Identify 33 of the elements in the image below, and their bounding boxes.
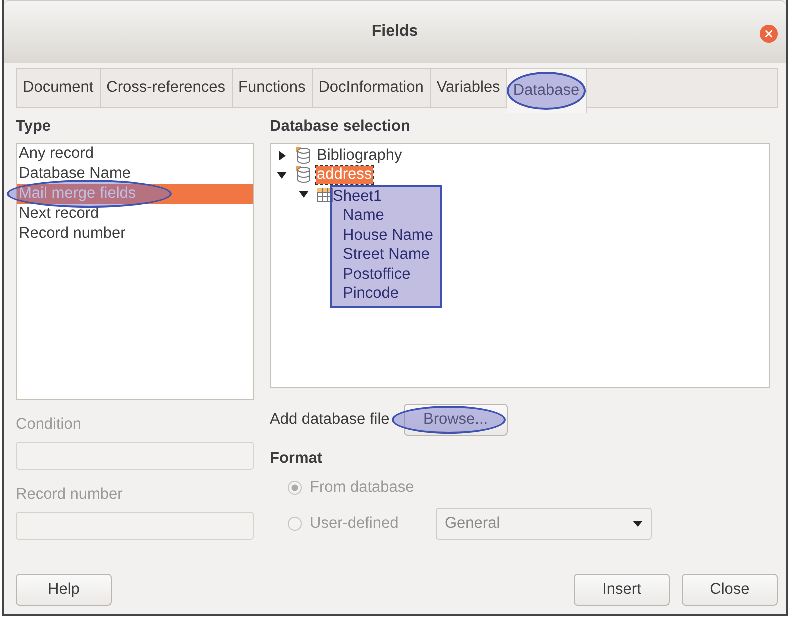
database-icon — [294, 146, 312, 165]
tree-item[interactable]: Postoffice — [342, 266, 412, 284]
tree-item[interactable]: Sheet1 — [332, 188, 384, 206]
list-item[interactable]: Database Name — [17, 164, 253, 184]
section-heading: Format — [270, 450, 324, 469]
list-item[interactable]: Any record — [17, 144, 253, 164]
collapse-arrow-icon[interactable] — [277, 172, 287, 179]
list-item[interactable]: Record number — [17, 224, 253, 244]
tree-item[interactable]: House Name — [342, 226, 434, 245]
browse-button[interactable]: Browse... — [404, 404, 508, 436]
section-heading: Database selection — [270, 118, 412, 137]
tab[interactable]: Database — [507, 69, 587, 113]
field-label: Condition — [16, 416, 82, 435]
window-title: Fields — [372, 23, 418, 41]
section-heading: Type — [16, 118, 52, 137]
close-icon[interactable] — [760, 25, 778, 43]
tree-item[interactable]: Name — [342, 207, 386, 226]
tree-item[interactable]: Bibliography — [316, 146, 404, 165]
radio-label: User-defined — [310, 515, 400, 533]
tree-item[interactable]: Street Name — [342, 246, 432, 264]
caret-icon — [633, 521, 643, 527]
tree-item[interactable]: Pincode — [342, 285, 400, 304]
table-icon — [316, 186, 334, 204]
database-icon — [294, 166, 312, 184]
collapse-arrow-icon[interactable] — [299, 191, 309, 198]
list-item[interactable]: Next record — [17, 204, 253, 224]
expand-arrow-icon[interactable] — [279, 150, 286, 161]
insert-button[interactable]: Insert — [574, 574, 670, 606]
close-button[interactable]: Close — [682, 574, 778, 606]
radio-label: From database — [310, 479, 416, 497]
field-label: Add database file — [270, 411, 390, 429]
field-label: Record number — [16, 486, 124, 505]
help-button[interactable]: Help — [16, 574, 112, 606]
